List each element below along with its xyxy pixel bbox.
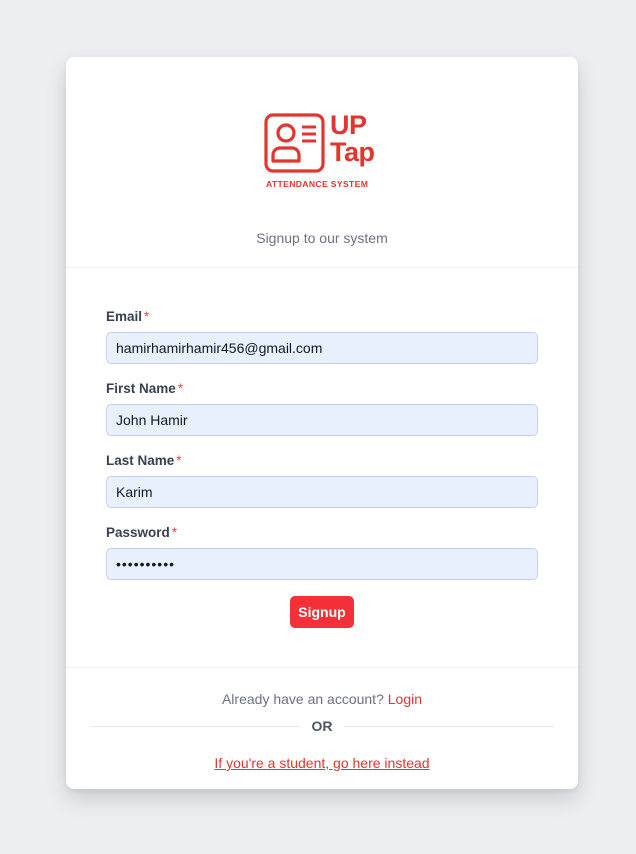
email-label-text: Email [106, 309, 143, 324]
last-name-field[interactable] [106, 476, 538, 508]
student-link[interactable]: If you're a student, go here instead [214, 755, 429, 771]
email-field[interactable] [106, 332, 538, 364]
separator-line-right [344, 726, 554, 727]
login-prompt-text: Already have an account? [221, 691, 384, 707]
divider [66, 267, 578, 268]
brand-name: UP Tap [330, 112, 375, 166]
password-label: Password * [106, 525, 177, 540]
divider [66, 667, 578, 668]
brand-logo: UP Tap ATTENDANCE SYSTEM [264, 112, 382, 191]
brand-name-line2: Tap [330, 137, 375, 167]
brand-tagline: ATTENDANCE SYSTEM [266, 179, 369, 189]
first-name-label-text: First Name [106, 381, 176, 396]
signup-button[interactable]: Signup [290, 596, 354, 628]
student-link-row: If you're a student, go here instead [66, 755, 578, 771]
first-name-label: First Name * [106, 381, 183, 396]
required-mark: * [171, 525, 178, 540]
password-label-text: Password [106, 525, 170, 540]
last-name-label-text: Last Name [106, 453, 175, 468]
signup-card: UP Tap ATTENDANCE SYSTEM Signup to our s… [66, 57, 578, 789]
required-mark: * [144, 309, 150, 324]
brand-name-line1: UP [330, 110, 367, 140]
login-link[interactable]: Login [388, 691, 422, 707]
password-field[interactable] [106, 548, 538, 580]
first-name-field[interactable] [106, 404, 538, 436]
page-subtitle: Signup to our system [256, 230, 388, 246]
id-card-icon [264, 113, 325, 173]
required-mark: * [176, 453, 182, 468]
login-prompt: Already have an account? Login [66, 691, 578, 707]
last-name-label: Last Name * [106, 453, 182, 468]
or-separator: OR [90, 717, 554, 737]
email-label: Email * [106, 309, 149, 324]
required-mark: * [177, 381, 184, 396]
